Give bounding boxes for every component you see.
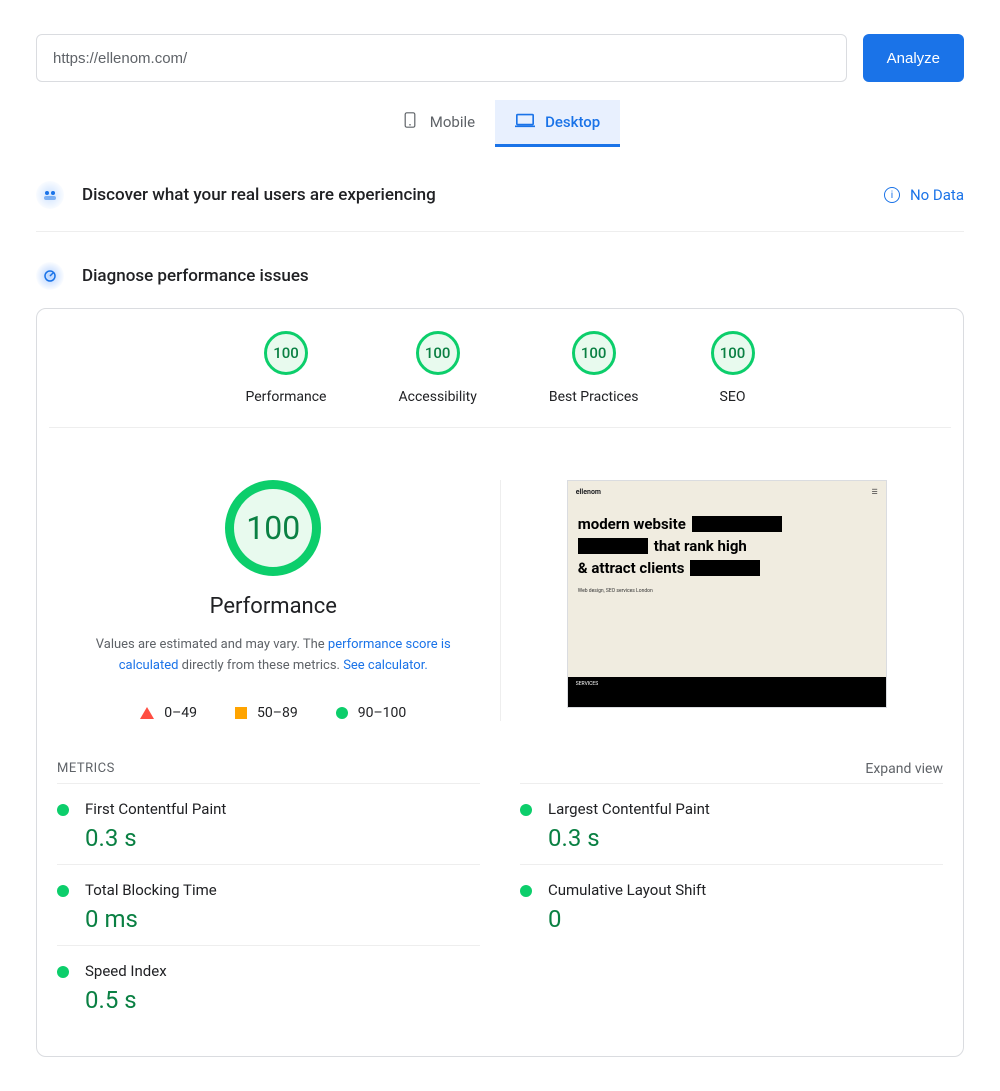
- performance-description: Values are estimated and may vary. The p…: [83, 635, 463, 677]
- thumb-brand: ellenom: [576, 488, 601, 496]
- metric-value: 0: [548, 905, 943, 933]
- url-input[interactable]: [36, 34, 847, 82]
- status-dot-icon: [57, 885, 69, 897]
- desktop-icon: [515, 112, 535, 132]
- status-dot-icon: [57, 966, 69, 978]
- triangle-icon: [140, 707, 154, 719]
- tab-mobile[interactable]: Mobile: [380, 100, 495, 147]
- metric-name: Cumulative Layout Shift: [548, 881, 943, 899]
- score-ring: 100: [264, 331, 308, 375]
- metric-value: 0.3 s: [85, 824, 480, 852]
- performance-big-score: 100: [225, 480, 321, 576]
- score-ring: 100: [711, 331, 755, 375]
- score-label: Accessibility: [399, 389, 477, 405]
- metric-name: Speed Index: [85, 962, 480, 980]
- circle-icon: [336, 707, 348, 719]
- users-icon: [36, 181, 64, 209]
- device-tabs: Mobile Desktop: [36, 100, 964, 147]
- expand-view-button[interactable]: Expand view: [865, 761, 943, 777]
- metrics-header: METRICS Expand view: [47, 761, 953, 783]
- discover-title: Discover what your real users are experi…: [82, 185, 436, 205]
- metric-name: First Contentful Paint: [85, 800, 480, 818]
- metric-value: 0.3 s: [548, 824, 943, 852]
- discover-section: Discover what your real users are experi…: [36, 173, 964, 231]
- score-ring: 100: [572, 331, 616, 375]
- score-seo[interactable]: 100 SEO: [711, 331, 755, 405]
- status-dot-icon: [520, 885, 532, 897]
- metric-lcp[interactable]: Largest Contentful Paint 0.3 s: [520, 783, 943, 864]
- thumb-menu: ☰: [871, 488, 877, 496]
- report-card: 100 Performance 100 Accessibility 100 Be…: [36, 308, 964, 1057]
- metric-tbt[interactable]: Total Blocking Time 0 ms: [57, 864, 480, 945]
- info-icon: i: [884, 187, 900, 203]
- divider: [36, 231, 964, 232]
- tab-desktop[interactable]: Desktop: [495, 100, 620, 147]
- mobile-icon: [400, 112, 420, 132]
- tab-mobile-label: Mobile: [430, 113, 475, 131]
- diagnose-section: Diagnose performance issues: [36, 254, 964, 308]
- metric-name: Total Blocking Time: [85, 881, 480, 899]
- site-thumbnail: ellenom ☰ modern website that rank high …: [567, 480, 887, 708]
- metrics-grid: First Contentful Paint 0.3 s Largest Con…: [47, 783, 953, 1026]
- no-data-label: No Data: [910, 186, 964, 204]
- no-data-link[interactable]: i No Data: [884, 186, 964, 204]
- performance-title: Performance: [210, 594, 337, 619]
- score-row: 100 Performance 100 Accessibility 100 Be…: [49, 331, 951, 428]
- performance-detail: 100 Performance Values are estimated and…: [47, 480, 953, 721]
- tab-desktop-label: Desktop: [545, 113, 600, 131]
- score-performance[interactable]: 100 Performance: [246, 331, 327, 405]
- analyze-button[interactable]: Analyze: [863, 34, 964, 82]
- metric-fcp[interactable]: First Contentful Paint 0.3 s: [57, 783, 480, 864]
- diagnose-title: Diagnose performance issues: [82, 266, 309, 286]
- score-best-practices[interactable]: 100 Best Practices: [549, 331, 639, 405]
- top-bar: Analyze: [36, 34, 964, 82]
- metric-si[interactable]: Speed Index 0.5 s: [57, 945, 480, 1026]
- score-legend: 0–49 50–89 90–100: [140, 705, 406, 721]
- legend-average: 50–89: [235, 705, 298, 721]
- score-label: SEO: [720, 389, 746, 405]
- metric-cls[interactable]: Cumulative Layout Shift 0: [520, 864, 943, 945]
- score-ring: 100: [416, 331, 460, 375]
- status-dot-icon: [57, 804, 69, 816]
- status-dot-icon: [520, 804, 532, 816]
- legend-pass: 90–100: [336, 705, 407, 721]
- score-accessibility[interactable]: 100 Accessibility: [399, 331, 477, 405]
- score-label: Performance: [246, 389, 327, 405]
- legend-fail: 0–49: [140, 705, 197, 721]
- calculator-link[interactable]: See calculator.: [343, 658, 428, 673]
- gauge-icon: [36, 262, 64, 290]
- square-icon: [235, 707, 247, 719]
- metric-name: Largest Contentful Paint: [548, 800, 943, 818]
- score-label: Best Practices: [549, 389, 639, 405]
- metric-value: 0 ms: [85, 905, 480, 933]
- metrics-label: METRICS: [57, 761, 115, 776]
